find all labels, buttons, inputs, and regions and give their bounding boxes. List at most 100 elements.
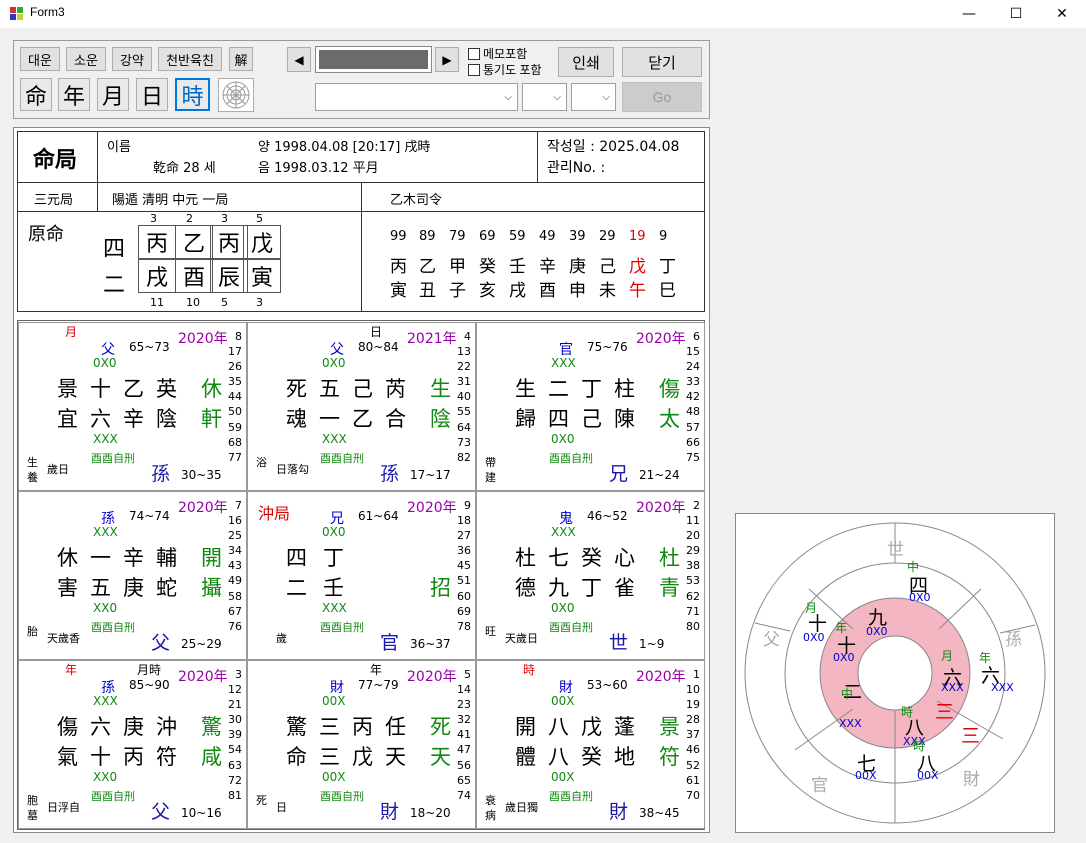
pillar-myeong-button[interactable]: 命	[20, 78, 52, 111]
next-button[interactable]: ▶	[435, 47, 459, 72]
branch-cell: 寅	[243, 259, 281, 293]
tab-daeun[interactable]: 대운	[20, 47, 60, 71]
palace-year: 2021年	[407, 331, 457, 347]
palace-year: 2020年	[407, 669, 457, 685]
palace-cell[interactable]: 2020年鬼 46~52 XXX 杜七癸心杜德九丁雀青 0X0 酉酉自刑旺天歲日世 1~9 2…	[476, 491, 705, 660]
top-num: 2	[186, 212, 193, 225]
palace-cell[interactable]: 沖局 2020年兄 61~64 0X0 四丁 二壬招 XXX 酉酉自刑歲官 36~37 9 18 …	[247, 491, 476, 660]
palace-cell[interactable]: 年 2020年財 77~79 00X 驚三丙任死命三戊天天 00X 酉酉自刑死日財 18~20…	[247, 660, 476, 829]
wheel-tag: 年	[979, 651, 992, 665]
pillar-month-button[interactable]: 月	[97, 78, 129, 111]
memo-checkbox-box[interactable]	[468, 47, 480, 60]
memo-checkbox[interactable]: 메모포함	[468, 45, 527, 62]
palace-cell[interactable]: 年月時 2020年孫 85~90 XXX 傷六庚沖驚氣十丙符咸 XX0 酉酉自刑胞 墓日浮自…	[18, 660, 247, 829]
palace-cell[interactable]: 日 2021年父 80~84 0X0 死五己芮生魂一乙合陰 XXX 酉酉自刑浴日落勾孫 17~…	[247, 322, 476, 491]
palace-stage: 帶 建	[485, 456, 496, 484]
print-button[interactable]: 인쇄	[558, 47, 614, 77]
palace-row2: 氣十丙符	[57, 745, 189, 769]
tonggi-label: 통기도 포함	[483, 63, 542, 77]
palace-year: 2020年	[636, 331, 686, 347]
palace-mark2: 0X0	[551, 601, 575, 615]
wheel-mark: 0X0	[909, 591, 931, 604]
pillar-day-button[interactable]: 日	[136, 78, 168, 111]
solar-date: 양 1998.04.08 [20:17] 戌時	[258, 140, 431, 155]
palace-nums: 9 18 27 36 45 51 60 69 78	[457, 499, 471, 633]
pillar-year-button[interactable]: 年	[58, 78, 90, 111]
palace-row2: 體八癸地	[515, 745, 647, 769]
sanwon-label: 三元局	[34, 193, 74, 208]
palace-cell[interactable]: 時 2020年財 53~60 00X 開八戊蓬景體八癸地符 00X 酉酉自刑衰 病歲日獨財 3…	[476, 660, 705, 829]
wheel-mark: 0X0	[866, 625, 888, 638]
top-num: 3	[221, 212, 228, 225]
palace-stars: 天歲日	[505, 632, 538, 645]
palace-tag: 月	[65, 325, 78, 339]
palace-age: 21~24	[639, 468, 680, 482]
wheel-mark: XXX	[941, 681, 964, 694]
year-select[interactable]: ⌵	[522, 83, 567, 111]
palace-mark: XXX	[551, 356, 576, 370]
palace-nums: 7 16 25 34 43 49 58 67 76	[228, 499, 242, 633]
palace-row2: 德九丁雀	[515, 576, 647, 600]
palace-range: 61~64	[358, 509, 399, 523]
palace-stars: 歲	[276, 632, 287, 645]
wheel-outer-label: 世	[887, 540, 904, 560]
palace-hyeong: 酉酉自刑	[91, 621, 135, 634]
wheel-mark: 0X0	[833, 651, 855, 664]
palace-nums: 6 15 24 33 42 48 57 66 75	[686, 330, 700, 464]
palace-year: 2020年	[178, 331, 228, 347]
manage-no: 관리No. :	[547, 160, 606, 176]
name-label: 이름	[107, 140, 131, 155]
palace-mark2: XXX	[322, 432, 347, 446]
daeun-stem: 丙	[390, 257, 407, 277]
palace-row1: 杜七癸心	[515, 546, 647, 570]
daeun-age: 29	[599, 229, 616, 244]
daeun-stem: 庚	[569, 257, 586, 277]
daeun-age: 39	[569, 229, 586, 244]
tonggi-checkbox[interactable]: 통기도 포함	[468, 61, 542, 78]
palace-row2: 命三戊天	[286, 745, 418, 769]
daeun-branch: 午	[629, 281, 646, 301]
bot-num: 11	[150, 296, 164, 309]
close-window-button[interactable]: ✕	[1039, 0, 1085, 28]
daeun-stem: 辛	[539, 257, 556, 277]
wheel-tag: 時	[913, 739, 926, 753]
palace-god: 財	[380, 801, 400, 823]
daeun-stem: 戊	[629, 257, 646, 277]
tab-cheonban[interactable]: 천반육친	[158, 47, 222, 71]
tab-hae[interactable]: 解	[229, 47, 253, 71]
memo-label: 메모포함	[483, 47, 528, 61]
minimize-button[interactable]: —	[946, 0, 992, 28]
tonggi-checkbox-box[interactable]	[468, 63, 480, 76]
palace-cell[interactable]: 2020年孫 74~74 XXX 休一辛輔開害五庚蛇攝 XX0 酉酉自刑胎天歲香父 25~2…	[18, 491, 247, 660]
palace-stage: 胞 墓	[27, 794, 38, 822]
maximize-button[interactable]: ☐	[993, 0, 1039, 28]
palace-stars: 日	[276, 801, 287, 814]
close-button[interactable]: 닫기	[622, 47, 702, 77]
wheel-mark: 0X0	[803, 631, 825, 644]
prev-button[interactable]: ◀	[287, 47, 311, 72]
tab-gangyak[interactable]: 강약	[112, 47, 152, 71]
palace-stage: 旺	[485, 625, 496, 638]
daeun-branch: 未	[599, 281, 616, 301]
daeun-branch: 寅	[390, 281, 407, 301]
palace-mark2: XXX	[322, 601, 347, 615]
app-icon	[9, 6, 24, 21]
palace-mark2: 00X	[322, 770, 346, 784]
palace-row1: 休一辛輔	[57, 546, 189, 570]
palace-cell[interactable]: 月 2020年父 65~73 0X0 景十乙英休宜六辛陰軒 XXX 酉酉自刑生 養歲日孫 30…	[18, 322, 247, 491]
go-button[interactable]: Go	[622, 82, 702, 112]
tab-soun[interactable]: 소운	[66, 47, 106, 71]
palace-god: 世	[609, 632, 629, 654]
pillar-hour-button[interactable]: 時	[175, 78, 210, 111]
compass-button[interactable]	[218, 78, 254, 112]
main-select[interactable]: ⌵	[315, 83, 518, 111]
palace-mark: XXX	[93, 525, 118, 539]
daeun-stem: 癸	[479, 257, 496, 277]
bot-num: 5	[221, 296, 228, 309]
month-select[interactable]: ⌵	[571, 83, 616, 111]
palace-nums: 5 14 23 32 41 47 56 65 74	[457, 668, 471, 802]
ju-label: 陽遁 清明 中元 一局	[112, 193, 229, 208]
palace-hyeong: 酉酉自刑	[320, 452, 364, 465]
bot-num: 10	[186, 296, 200, 309]
palace-cell[interactable]: 2020年官 75~76 XXX 生二丁柱傷歸四己陳太 0X0 酉酉自刑帶 建兄 21~24…	[476, 322, 705, 491]
